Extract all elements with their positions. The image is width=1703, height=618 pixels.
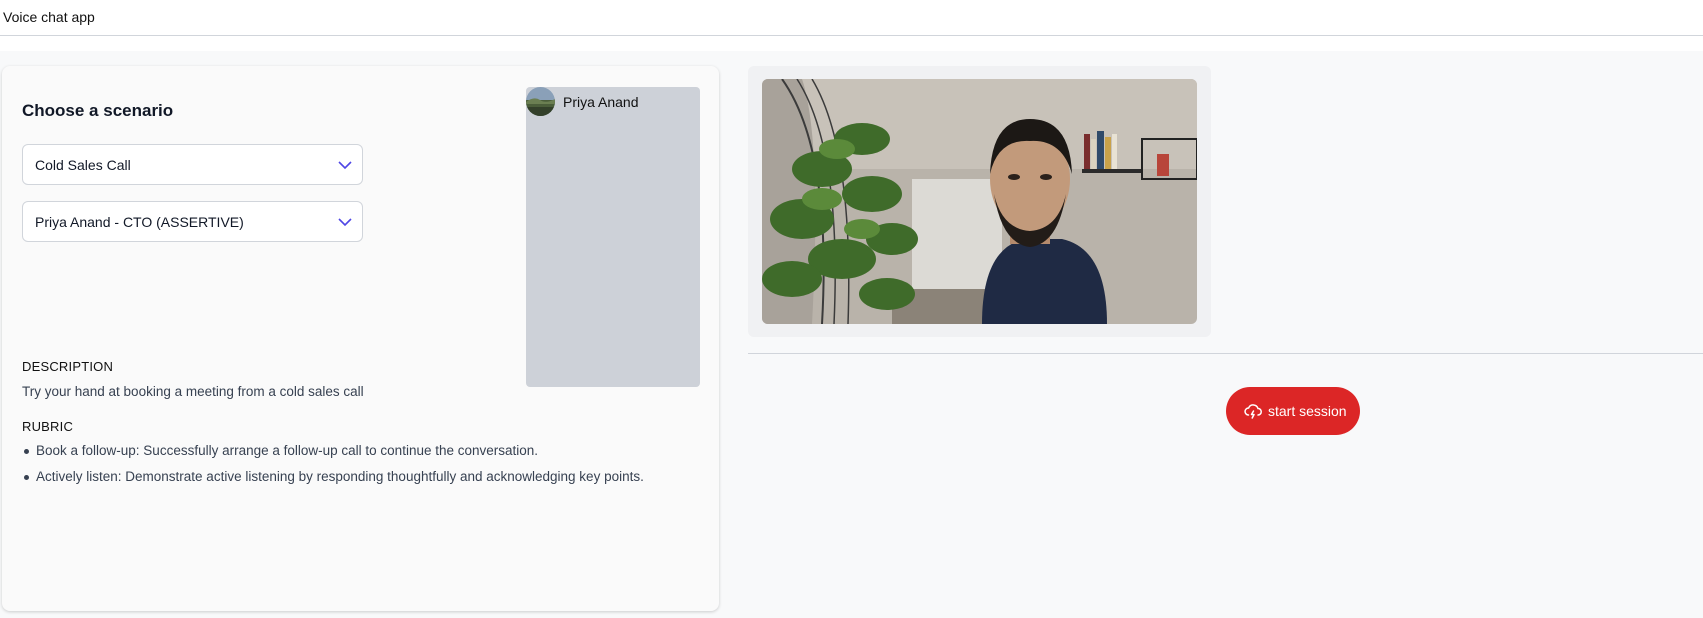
- camera-feed: [762, 79, 1197, 324]
- divider: [748, 353, 1703, 354]
- persona-name: Priya Anand: [563, 94, 639, 110]
- top-bar: Voice chat app: [0, 0, 1703, 36]
- rubric-list: Book a follow-up: Successfully arrange a…: [22, 442, 644, 494]
- description-label: DESCRIPTION: [22, 359, 114, 374]
- persona-select[interactable]: Priya Anand - CTO (ASSERTIVE): [22, 201, 363, 242]
- rubric-item: Book a follow-up: Successfully arrange a…: [22, 442, 644, 468]
- app-title: Voice chat app: [3, 9, 95, 25]
- video-frame: [748, 66, 1211, 337]
- start-session-button[interactable]: start session: [1226, 387, 1360, 435]
- chevron-down-icon: [338, 161, 352, 170]
- rubric-label: RUBRIC: [22, 419, 74, 434]
- scenario-select[interactable]: Cold Sales Call: [22, 144, 363, 185]
- persona-select-value: Priya Anand - CTO (ASSERTIVE): [35, 214, 244, 230]
- chevron-down-icon: [338, 218, 352, 227]
- description-text: Try your hand at booking a meeting from …: [22, 384, 364, 399]
- cloud-lightning-icon: [1244, 404, 1262, 419]
- start-session-label: start session: [1268, 403, 1347, 419]
- scenario-select-value: Cold Sales Call: [35, 157, 131, 173]
- scenario-heading: Choose a scenario: [22, 101, 174, 120]
- persona-card: Priya Anand: [526, 87, 700, 387]
- avatar: [526, 87, 555, 116]
- rubric-item: Actively listen: Demonstrate active list…: [22, 468, 644, 494]
